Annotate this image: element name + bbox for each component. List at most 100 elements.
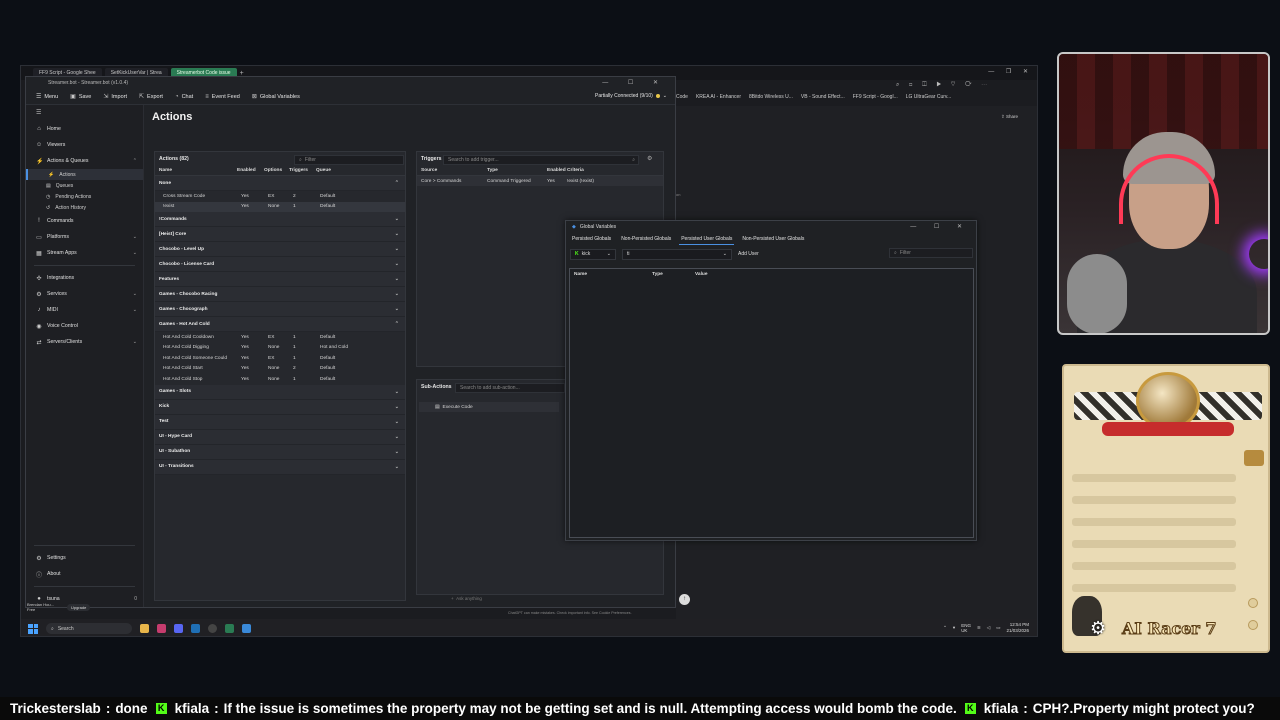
gear-icon[interactable]: ⚙ — [647, 155, 652, 162]
action-group[interactable]: Chocobo - License Card ⌄ — [155, 257, 405, 272]
send-button[interactable]: ↑ — [679, 594, 690, 605]
chat-button[interactable]: ◔ Chat — [175, 94, 193, 100]
action-group[interactable]: UI - Hype Card ⌄ — [155, 429, 405, 445]
bookmark[interactable]: 8Bitdo Wireless U... — [749, 94, 793, 100]
subaction-execute-code[interactable]: ▤ Execute Code — [419, 402, 559, 412]
action-row[interactable]: Hot And Cold Stop Yes None 1 Default — [155, 374, 405, 385]
sidebar-item-about[interactable]: ⓘ About — [26, 566, 143, 582]
menu-button[interactable]: ☰ Menu — [36, 93, 58, 101]
platform-select[interactable]: Kkick ⌄ — [570, 248, 616, 260]
file-explorer-icon[interactable] — [140, 624, 149, 633]
action-group[interactable]: !Commands ⌄ — [155, 212, 405, 227]
column-header[interactable]: Options — [264, 168, 289, 173]
action-group[interactable]: UI - Subathon ⌄ — [155, 444, 405, 460]
browser-toolbar-icons[interactable]: ⌕ ◻ ◫ ▶ ♡ ⟳ ⋯ — [896, 82, 991, 89]
streamerbot-icon[interactable] — [242, 624, 251, 633]
trigger-search-input[interactable]: Search to add trigger... ⌕ — [443, 155, 639, 165]
column-header[interactable]: Value — [695, 272, 755, 277]
action-group[interactable]: [Heist] Core ⌄ — [155, 227, 405, 242]
subaction-search-input[interactable]: Search to add sub-action... — [455, 383, 565, 393]
language-indicator[interactable]: ENG UK — [961, 623, 971, 633]
column-header[interactable]: Criteria — [567, 168, 657, 173]
wifi-icon[interactable]: ≋ — [977, 625, 981, 631]
connection-status[interactable]: Partially Connected (9/10) ⌄ — [595, 93, 667, 99]
trigger-row[interactable]: Core > Commands Command Triggered Yes !e… — [417, 176, 663, 186]
windows-start-icon[interactable] — [28, 623, 38, 634]
column-header[interactable]: Triggers — [289, 168, 316, 173]
action-row[interactable]: Hot And Cold Cooldown Yes EX 1 Default — [155, 332, 405, 343]
steam-icon[interactable] — [191, 624, 200, 633]
sidebar-subitem-action-history[interactable]: ↺ Action History — [26, 202, 143, 213]
action-row[interactable]: Hot And Cold Someone Could Yes EX 1 Default — [155, 353, 405, 364]
sidebar-subitem-actions[interactable]: ⚡ Actions — [26, 169, 143, 180]
action-group-none[interactable]: None ⌃ — [155, 176, 405, 191]
sidebar-item-platforms[interactable]: ▭ Platforms ⌄ — [26, 229, 143, 245]
chrome-icon[interactable] — [225, 624, 234, 633]
bookmark[interactable]: VB - Sound Effect... — [801, 94, 845, 100]
bookmark[interactable]: Code — [676, 94, 688, 100]
sidebar-item-servers-clients[interactable]: ⇄ Servers/Clients ⌄ — [26, 334, 143, 350]
action-group[interactable]: Chocobo - Level Up ⌄ — [155, 242, 405, 257]
sidebar-item-midi[interactable]: ♪ MIDI ⌄ — [26, 302, 143, 318]
tab-persisted-user-globals[interactable]: Persisted User Globals — [679, 234, 735, 245]
bookmark[interactable]: KREA AI - Enhancer — [696, 94, 741, 100]
save-button[interactable]: ▣ Save — [70, 93, 91, 101]
column-header[interactable]: Enabled — [237, 168, 264, 173]
column-header[interactable]: Name — [159, 168, 237, 173]
column-header[interactable]: Type — [652, 272, 695, 277]
tab-non-persisted-user-globals[interactable]: Non-Persisted User Globals — [740, 234, 806, 244]
actions-filter-input[interactable]: ⌕ Filter — [294, 155, 404, 165]
bookmark[interactable]: FF9 Script - Googl... — [853, 94, 898, 100]
action-group[interactable]: Features ⌄ — [155, 272, 405, 287]
column-header[interactable]: Queue — [316, 168, 386, 173]
column-header[interactable]: Enabled — [547, 168, 567, 173]
chevron-up-icon[interactable]: ⌃ — [943, 625, 947, 631]
sidebar-item-services[interactable]: ⚙ Services ⌄ — [26, 286, 143, 302]
event-feed-button[interactable]: ≡ Event Feed — [205, 94, 240, 100]
action-row[interactable]: Cross Stream Code Yes EX 2 Default — [155, 191, 405, 202]
sidebar-item-home[interactable]: ⌂ Home — [26, 121, 143, 137]
bottom-user[interactable]: Brendan Hou... Free — [27, 602, 54, 612]
action-row[interactable]: !exist Yes None 1 Default — [155, 201, 405, 212]
add-user-button[interactable]: Add User — [738, 251, 759, 257]
battery-icon[interactable]: ▭ — [996, 625, 1000, 631]
share-button[interactable]: ⇪ Share — [1001, 114, 1018, 120]
browser-window-controls[interactable]: — ❐ ✕ — [988, 68, 1033, 75]
sidebar-item-viewers[interactable]: ☺ Viewers — [26, 137, 143, 153]
sidebar-subitem-queues[interactable]: ▤ Queues — [26, 180, 143, 191]
sidebar-toggle-icon[interactable]: ☰ — [26, 105, 143, 121]
sidebar-item-settings[interactable]: ⚙ Settings — [26, 550, 143, 566]
user-select[interactable]: ti ⌄ — [622, 248, 732, 260]
tab-persisted-globals[interactable]: Persisted Globals — [570, 234, 613, 244]
global-variables-button[interactable]: ⊠ Global Variables — [252, 93, 300, 101]
window-controls[interactable]: — ☐ ✕ — [602, 79, 667, 86]
tab-non-persisted-globals[interactable]: Non-Persisted Globals — [619, 234, 673, 244]
action-group[interactable]: Kick ⌄ — [155, 399, 405, 415]
app-icon[interactable] — [157, 624, 166, 633]
upgrade-button[interactable]: Upgrade — [67, 604, 91, 611]
action-group[interactable]: Games - Slots ⌄ — [155, 384, 405, 400]
sidebar-item-integrations[interactable]: ✣ Integrations — [26, 270, 143, 286]
action-group[interactable]: Test ⌄ — [155, 414, 405, 430]
clock[interactable]: 12:54 PM 21/03/2026 — [1006, 622, 1029, 634]
sidebar-item-actions-queues[interactable]: ⚡ Actions & Queues ⌃ — [26, 153, 143, 169]
network-icon[interactable]: ▾ — [953, 625, 955, 631]
column-header[interactable]: Name — [574, 272, 652, 277]
window-controls[interactable]: — ☐ ✕ — [910, 223, 970, 230]
obs-icon[interactable] — [208, 624, 217, 633]
action-group[interactable]: Games - Chocograph ⌄ — [155, 302, 405, 317]
column-header[interactable]: Type — [487, 168, 547, 173]
sidebar-item-voice-control[interactable]: ◉ Voice Control — [26, 318, 143, 334]
export-button[interactable]: ⇱ Export — [139, 93, 163, 101]
action-group[interactable]: UI - Transitions ⌄ — [155, 459, 405, 475]
action-group[interactable]: Games - Chocobo Racing ⌄ — [155, 287, 405, 302]
column-header[interactable]: Source — [421, 168, 487, 173]
volume-icon[interactable]: ◁ — [987, 625, 990, 631]
gv-variable-list[interactable]: Name Type Value — [569, 268, 974, 538]
import-button[interactable]: ⇲ Import — [103, 93, 127, 101]
bookmark[interactable]: LG UltraGear Curv... — [906, 94, 951, 100]
action-row[interactable]: Hot And Cold Digging Yes None 1 Hot and Cold — [155, 343, 405, 354]
action-row[interactable]: Hot And Cold Start Yes None 2 Default — [155, 364, 405, 375]
discord-icon[interactable] — [174, 624, 183, 633]
taskbar-search[interactable]: ⌕ Search — [46, 623, 132, 634]
